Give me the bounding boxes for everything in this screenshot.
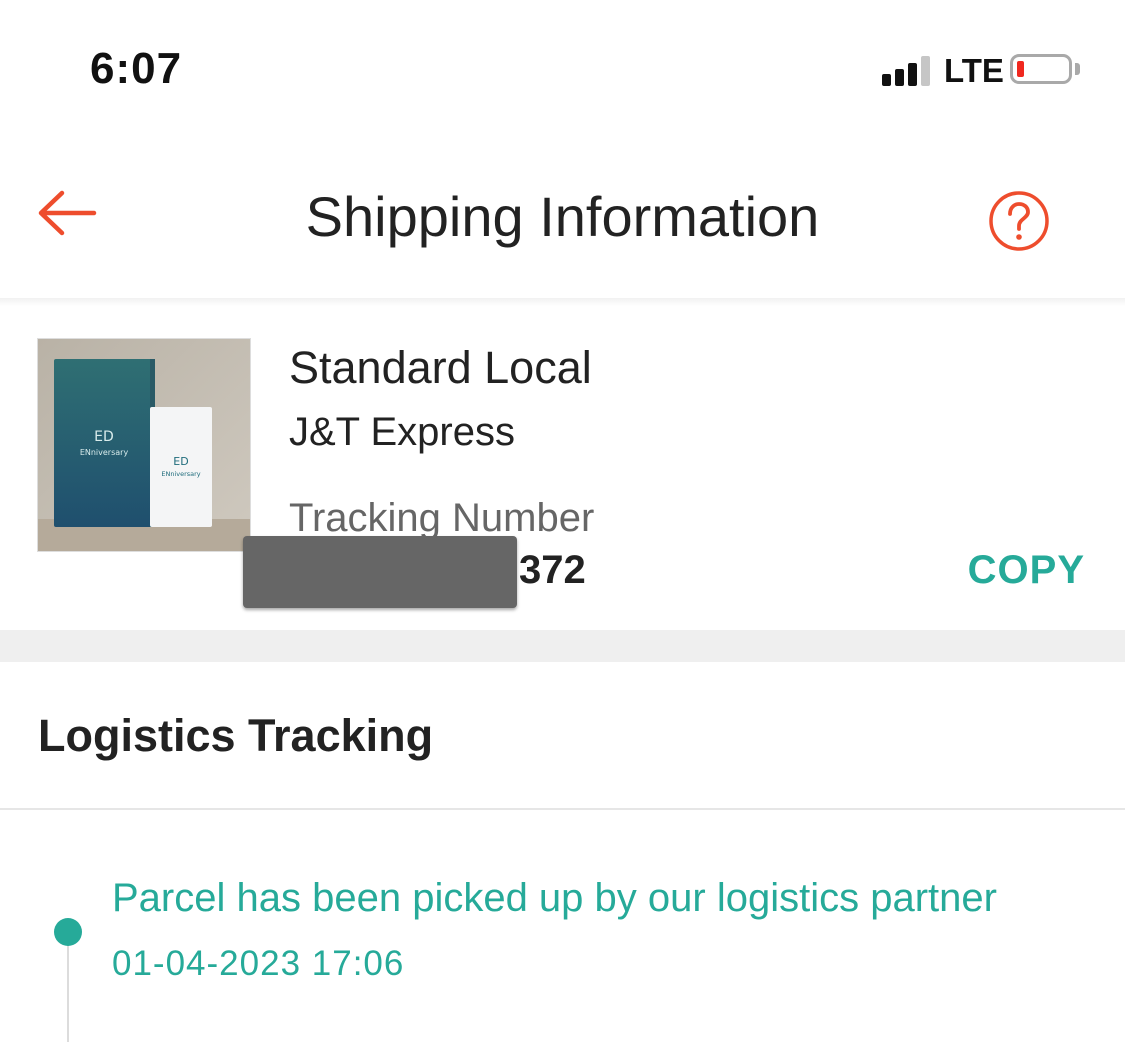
help-button[interactable] <box>988 190 1050 252</box>
product-box-label: ENniversary <box>80 448 129 457</box>
svg-text:ED: ED <box>173 455 188 468</box>
tracking-event-time: 01-04-2023 17:06 <box>112 944 405 983</box>
tracking-number-label: Tracking Number <box>289 496 595 540</box>
divider <box>0 808 1125 810</box>
tracking-event-text: Parcel has been picked up by our logisti… <box>112 876 997 920</box>
product-photo: ED ENniversary ED ENniversary <box>38 339 250 551</box>
shipping-type: Standard Local <box>289 342 592 393</box>
battery-icon <box>1010 54 1072 84</box>
section-separator <box>0 630 1125 662</box>
tracking-number-value: 372 <box>519 548 586 592</box>
network-type: LTE <box>944 52 1004 89</box>
page-title: Shipping Information <box>305 185 820 248</box>
timeline-line <box>67 940 69 1042</box>
product-card-label: ENniversary <box>161 470 200 478</box>
status-time: 6:07 <box>90 44 183 93</box>
app-header: Shipping Information <box>0 130 1125 300</box>
question-circle-icon <box>989 191 1049 251</box>
battery-cap <box>1075 63 1080 75</box>
svg-text:ED: ED <box>94 429 114 445</box>
timeline-dot-icon <box>54 918 82 946</box>
header-shadow <box>0 298 1125 306</box>
logistics-tracking-title: Logistics Tracking <box>38 710 434 761</box>
shipping-info-card: ED ENniversary ED ENniversary Standard L… <box>0 306 1125 630</box>
signal-strength-icon <box>882 56 934 86</box>
copy-tracking-button[interactable]: COPY <box>968 548 1085 593</box>
redaction-box <box>243 536 517 608</box>
status-bar: 6:07 LTE <box>0 0 1125 130</box>
product-image[interactable]: ED ENniversary ED ENniversary <box>37 338 251 552</box>
carrier-name: J&T Express <box>289 410 515 454</box>
